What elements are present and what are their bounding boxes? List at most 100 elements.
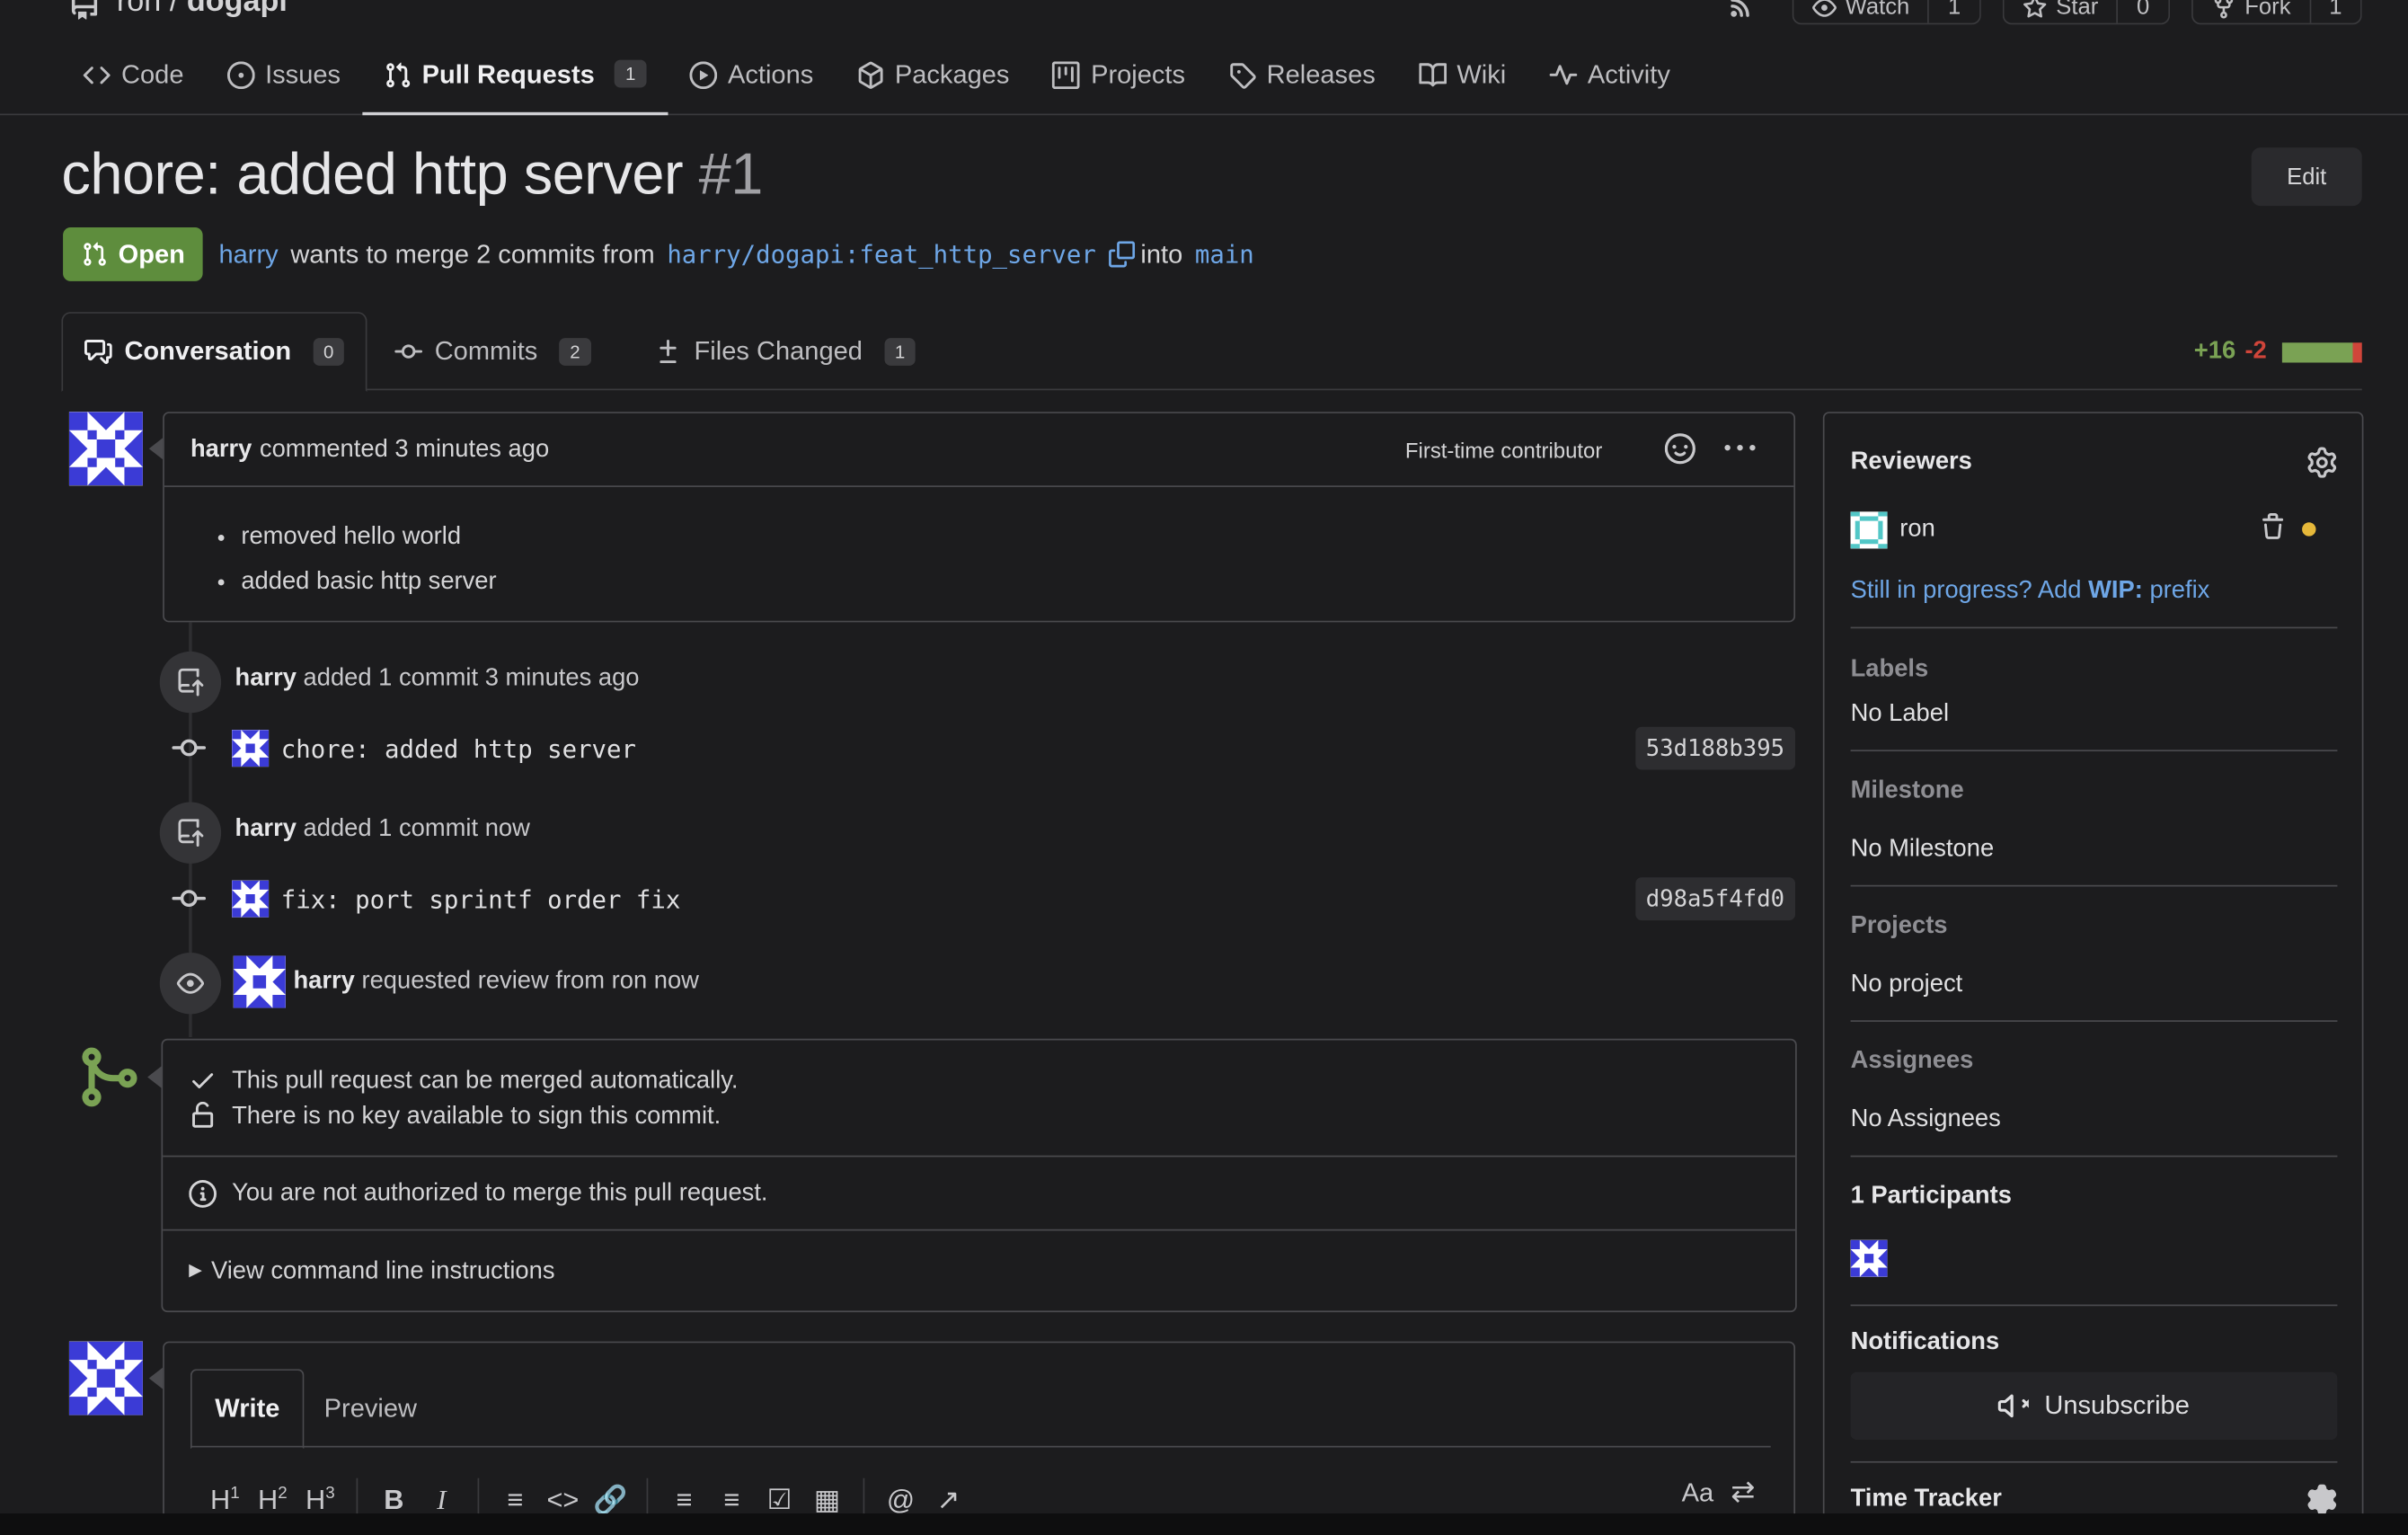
smiley-icon[interactable] — [1664, 433, 1695, 465]
font-toggle-button[interactable]: Aa — [1682, 1478, 1714, 1509]
tab-wiki[interactable]: Wiki — [1397, 46, 1527, 115]
commit-icon — [394, 337, 423, 365]
tab-commits-label: Commits — [434, 335, 538, 366]
tab-projects[interactable]: Projects — [1031, 46, 1207, 115]
avatar[interactable] — [232, 730, 270, 768]
avatar[interactable] — [1850, 1239, 1888, 1277]
rss-button[interactable] — [1708, 0, 1769, 24]
gear-icon[interactable] — [2306, 447, 2337, 478]
tab-packages[interactable]: Packages — [835, 46, 1031, 115]
tab-preview[interactable]: Preview — [301, 1369, 440, 1447]
avatar[interactable] — [68, 412, 143, 486]
ordered-list-icon[interactable]: ≡ — [708, 1484, 756, 1516]
repo-title: ron / dogapi — [67, 0, 288, 20]
fork-count[interactable]: 1 — [2311, 0, 2360, 20]
assignees-section[interactable]: Assignees No Assignees — [1850, 1022, 2338, 1158]
tab-activity-label: Activity — [1587, 59, 1670, 90]
kebab-horizontal-icon[interactable] — [1724, 433, 1756, 464]
projects-section[interactable]: Projects No project — [1850, 886, 2338, 1022]
wip-text: Still in progress? Add — [1850, 577, 2089, 604]
cli-instructions-toggle[interactable]: ▶ View command line instructions — [163, 1230, 1795, 1310]
rss-icon — [1708, 0, 1769, 24]
pr-tabs: Conversation 0 Commits 2 Files Changed 1… — [61, 312, 2362, 392]
reviewer-item[interactable]: ron — [1850, 511, 1935, 549]
tab-code[interactable]: Code — [61, 46, 205, 115]
fork-button[interactable]: Fork 1 — [2191, 0, 2362, 25]
watch-count[interactable]: 1 — [1930, 0, 1979, 20]
labels-section[interactable]: Labels No Label — [1850, 628, 2338, 752]
tab-conversation[interactable]: Conversation 0 — [61, 312, 368, 392]
mention-icon[interactable]: @ — [877, 1484, 925, 1516]
avatar[interactable] — [68, 1341, 143, 1415]
timeline-author[interactable]: harry — [293, 968, 354, 994]
repo-name-link[interactable]: dogapi — [187, 0, 288, 19]
comment-author[interactable]: harry — [190, 436, 252, 464]
star-button[interactable]: Star 0 — [2002, 0, 2170, 25]
unsubscribe-button[interactable]: Unsubscribe — [1850, 1371, 2338, 1440]
edit-button[interactable]: Edit — [2251, 147, 2362, 207]
watch-button[interactable]: Watch 1 — [1791, 0, 1981, 25]
diffstat: +16 -2 — [2194, 338, 2362, 366]
timeline-author[interactable]: harry — [235, 665, 297, 691]
labels-value: No Label — [1850, 700, 1950, 727]
switch-editor-icon[interactable]: ⇄ — [1731, 1475, 1755, 1510]
tab-actions[interactable]: Actions — [668, 46, 835, 115]
issue-icon — [226, 61, 255, 90]
pending-status-icon — [2302, 522, 2316, 537]
repo-owner-link[interactable]: ron — [117, 0, 161, 19]
bold-button[interactable]: B — [370, 1484, 418, 1516]
task-list-icon[interactable]: ☑ — [756, 1484, 803, 1516]
source-branch-link[interactable]: harry/dogapi:feat_http_server — [667, 240, 1095, 269]
reviewer-name[interactable]: ron — [1899, 516, 1935, 544]
tab-write[interactable]: Write — [190, 1369, 305, 1450]
link-icon[interactable]: 🔗 — [587, 1484, 634, 1516]
wip-link[interactable]: Still in progress? Add WIP: prefix — [1851, 578, 2210, 606]
contributor-badge: First-time contributor — [1404, 438, 1603, 463]
avatar[interactable] — [232, 880, 270, 918]
commit-message[interactable]: fix: port sprintf order fix — [281, 884, 681, 913]
heading1-button[interactable]: H1 — [201, 1484, 249, 1516]
tab-pull-requests[interactable]: Pull Requests 1 — [361, 46, 668, 116]
project-icon — [1052, 61, 1081, 90]
reference-icon[interactable]: ↗ — [925, 1484, 972, 1516]
repo-tabs: Code Issues Pull Requests 1 Actions Pack… — [61, 46, 1692, 116]
tab-releases[interactable]: Releases — [1207, 46, 1397, 115]
pr-number: #1 — [698, 143, 764, 208]
tab-files-changed[interactable]: Files Changed 1 — [633, 312, 937, 390]
comment-body: removed hello world added basic http ser… — [164, 487, 1793, 604]
quote-icon[interactable]: ≡ — [491, 1484, 539, 1516]
star-count[interactable]: 0 — [2119, 0, 2168, 20]
table-icon[interactable]: ▦ — [803, 1484, 851, 1516]
target-branch-link[interactable]: main — [1195, 240, 1254, 269]
milestone-section[interactable]: Milestone No Milestone — [1850, 751, 2338, 887]
files-count: 1 — [883, 337, 916, 366]
italic-button[interactable]: I — [418, 1484, 465, 1516]
heading3-button[interactable]: H3 — [297, 1484, 344, 1516]
tab-issues[interactable]: Issues — [205, 46, 362, 115]
avatar[interactable] — [233, 955, 286, 1008]
unordered-list-icon[interactable]: ≡ — [660, 1484, 708, 1516]
timeline-event: harry added 1 commit now — [235, 816, 530, 844]
assignees-value: No Assignees — [1850, 1105, 2001, 1133]
unsubscribe-label: Unsubscribe — [2044, 1390, 2190, 1420]
tab-files-label: Files Changed — [694, 335, 863, 366]
timeline-author[interactable]: harry — [235, 816, 297, 842]
tab-activity[interactable]: Activity — [1527, 46, 1692, 115]
copy-icon[interactable] — [1108, 241, 1135, 268]
merge-pointer — [147, 1066, 162, 1088]
info-icon — [189, 1179, 217, 1207]
pulse-icon — [1549, 61, 1577, 89]
commit-sha[interactable]: d98a5f4fd0 — [1634, 877, 1796, 921]
gear-icon[interactable] — [2306, 1484, 2337, 1515]
commit-message[interactable]: chore: added http server — [281, 733, 636, 762]
commit-sha[interactable]: 53d188b395 — [1634, 726, 1796, 770]
trash-icon[interactable] — [2259, 513, 2287, 541]
fork-label: Fork — [2244, 0, 2291, 21]
additions-count: +16 — [2193, 338, 2236, 365]
code-icon[interactable]: <> — [539, 1484, 587, 1516]
projects-title: Projects — [1850, 912, 1948, 939]
tab-commits[interactable]: Commits 2 — [373, 312, 612, 390]
author-link[interactable]: harry — [218, 239, 278, 270]
pr-title: chore: added http server #1 — [61, 143, 763, 209]
heading2-button[interactable]: H2 — [249, 1484, 297, 1516]
